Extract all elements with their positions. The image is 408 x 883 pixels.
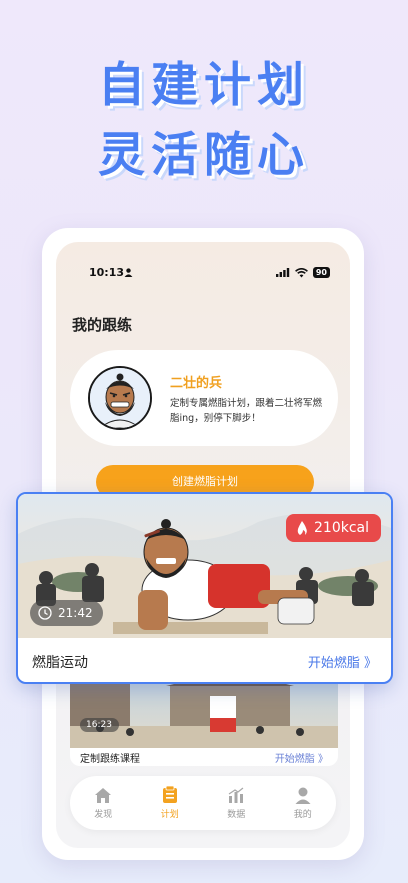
- tab-label: 发现: [94, 809, 113, 820]
- bottom-tabbar: 发现 计划 数据 我的: [70, 776, 336, 830]
- workout-title: 燃脂运动: [32, 655, 88, 671]
- wifi-icon: [294, 267, 308, 277]
- battery-indicator: 90: [312, 267, 330, 278]
- home-icon: [95, 787, 112, 803]
- status-time: 10:13: [89, 266, 125, 279]
- coach-portrait-icon: [90, 368, 150, 428]
- plan-icon: [162, 786, 177, 803]
- section-title: 我的跟练: [72, 316, 133, 334]
- person-icon: [124, 268, 133, 277]
- tab-label: 数据: [227, 809, 246, 820]
- tab-label: 计划: [160, 810, 179, 820]
- coach-avatar: [88, 366, 152, 430]
- tab-mine[interactable]: 我的: [278, 787, 328, 820]
- tab-data[interactable]: 数据: [211, 787, 261, 820]
- tab-label: 我的: [293, 809, 312, 820]
- tab-plan[interactable]: 计划: [145, 786, 195, 820]
- user-icon: [295, 787, 311, 804]
- kcal-badge: 210kcal: [286, 514, 381, 542]
- coach-card[interactable]: 二壮的兵 定制专属燃脂计划，跟着二壮将军燃脂ing，别停下脚步！: [70, 350, 338, 446]
- start-workout-link[interactable]: 开始燃脂 》: [308, 652, 377, 671]
- headline-line-2: 灵活随心: [98, 128, 310, 183]
- signal-icon: [275, 268, 290, 277]
- start-link-small[interactable]: 开始燃脂 》: [275, 750, 328, 765]
- workout-title-small: 定制跟练课程: [80, 754, 140, 765]
- workout-card-featured[interactable]: 210kcal 21:42 燃脂运动 开始燃脂 》: [16, 492, 393, 684]
- coach-name: 二壮的兵: [170, 376, 223, 391]
- workout-hero-image: 210kcal 21:42: [18, 494, 391, 638]
- headline-line-1: 自建计划: [98, 58, 310, 113]
- coach-description: 定制专属燃脂计划，跟着二壮将军燃脂ing，别停下脚步！: [170, 398, 323, 424]
- chart-icon: [228, 787, 244, 803]
- duration-value: 21:42: [58, 606, 93, 620]
- clock-icon: [38, 606, 52, 620]
- tab-discover[interactable]: 发现: [78, 787, 128, 820]
- status-bar: 10:13 90: [56, 266, 350, 282]
- flame-icon: [297, 520, 307, 535]
- kcal-value: 210kcal: [314, 520, 369, 536]
- duration-badge-small: 16:23: [80, 718, 119, 732]
- duration-badge: 21:42: [30, 600, 103, 626]
